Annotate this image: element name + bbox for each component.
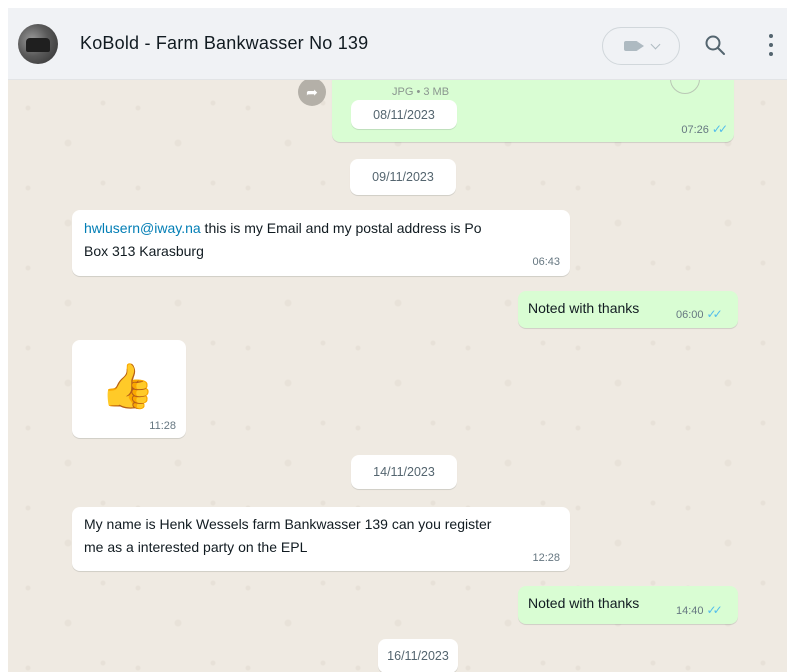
read-ticks-icon: ✓✓ (706, 307, 723, 321)
message-time: 14:40 ✓✓ (676, 603, 723, 617)
chevron-down-icon (650, 39, 660, 49)
date-separator: 14/11/2023 (351, 455, 457, 489)
read-ticks-icon: ✓✓ (711, 122, 728, 136)
email-link[interactable]: hwlusern@iway.na (84, 220, 201, 236)
read-ticks-icon: ✓✓ (706, 603, 723, 617)
message-outgoing[interactable]: Noted with thanks 14:40 ✓✓ (518, 586, 738, 624)
video-call-button[interactable] (602, 27, 680, 65)
chat-window: KoBold - Farm Bankwasser No 139 JPG • 3 … (8, 8, 787, 672)
message-text: My name is Henk Wessels farm Bankwasser … (84, 516, 492, 555)
message-time: 06:43 (532, 256, 560, 268)
chat-header[interactable]: KoBold - Farm Bankwasser No 139 (8, 8, 787, 80)
date-separator: 16/11/2023 (378, 639, 458, 672)
chat-title[interactable]: KoBold - Farm Bankwasser No 139 (80, 33, 368, 54)
message-time: 12:28 (532, 552, 560, 564)
search-icon (705, 35, 725, 55)
menu-dot-icon (769, 52, 773, 56)
message-incoming-emoji[interactable]: 👍 11:28 (72, 340, 186, 438)
message-time: 07:26 ✓✓ (681, 122, 728, 136)
menu-button[interactable] (767, 34, 775, 56)
date-separator: 09/11/2023 (350, 159, 456, 195)
date-separator: 08/11/2023 (351, 100, 457, 129)
menu-dot-icon (769, 34, 773, 38)
message-incoming[interactable]: hwlusern@iway.na this is my Email and my… (72, 210, 570, 276)
forward-button[interactable]: ➦ (298, 78, 326, 106)
search-button[interactable] (704, 34, 726, 56)
contact-avatar[interactable] (18, 23, 58, 64)
thumbs-up-icon: 👍 (100, 362, 155, 411)
message-text: Noted with thanks (528, 595, 640, 611)
attachment-meta: JPG • 3 MB (392, 86, 450, 98)
message-text: hwlusern@iway.na this is my Email and my… (84, 220, 482, 259)
message-text: Noted with thanks (528, 300, 640, 316)
menu-dot-icon (769, 43, 773, 47)
message-time: 11:28 (149, 420, 176, 432)
video-camera-icon (623, 41, 644, 51)
message-time: 06:00 ✓✓ (676, 307, 723, 321)
forward-arrow-icon: ➦ (306, 83, 318, 100)
message-incoming[interactable]: My name is Henk Wessels farm Bankwasser … (72, 507, 570, 571)
message-outgoing[interactable]: Noted with thanks 06:00 ✓✓ (518, 291, 738, 328)
